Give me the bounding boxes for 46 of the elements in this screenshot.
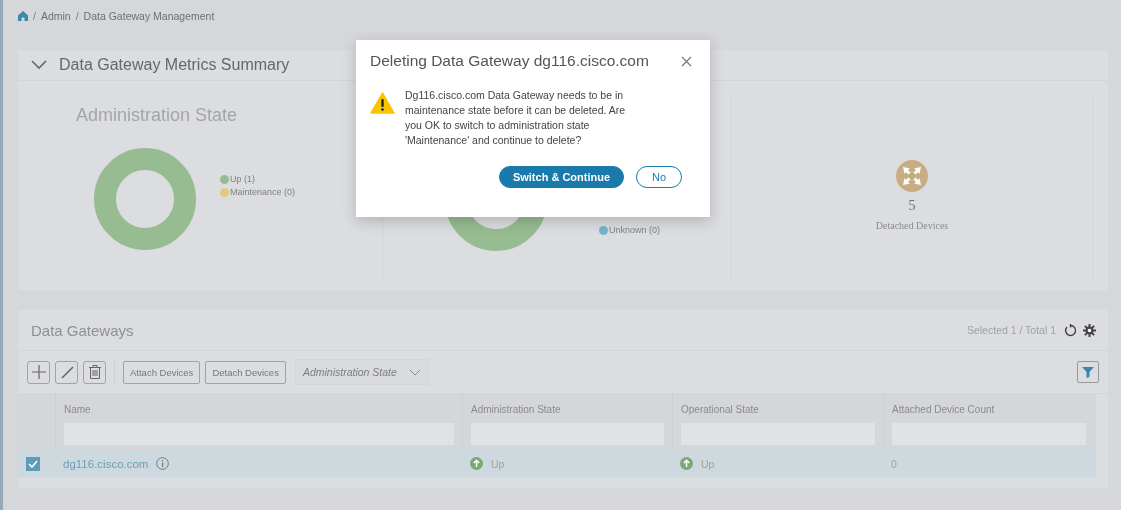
- column-header: Attached Device Count: [892, 404, 996, 415]
- breadcrumb-link[interactable]: Admin: [40, 10, 71, 22]
- legend-label: Up (1): [230, 174, 255, 184]
- gateway-name-link[interactable]: dg116.cisco.com: [63, 457, 149, 470]
- up-arrow-icon: [680, 457, 693, 470]
- dialog-title: Deleting Data Gateway dg116.cisco.com: [370, 52, 649, 70]
- toolbar-button[interactable]: Detach Devices: [205, 360, 286, 384]
- dialog-message: Dg116.cisco.com Data Gateway needs to be in maintenance state before it can be deleted. Are you OK to switch to administration state 'Maintenance' and continue to delete?: [405, 88, 627, 148]
- legend-label: Unknown (0): [609, 225, 661, 235]
- breadcrumb-separator: /: [75, 10, 79, 22]
- pencil-icon: [59, 365, 74, 379]
- plus-icon: [31, 365, 46, 379]
- chart-title: Administration State: [75, 104, 239, 126]
- detached-label: Detached Devices: [875, 220, 949, 231]
- chevron-icon[interactable]: [31, 60, 47, 70]
- row-checkbox[interactable]: [26, 456, 40, 471]
- delete-button[interactable]: [83, 360, 106, 384]
- info-icon[interactable]: [156, 457, 170, 470]
- column-header: Administration State: [471, 404, 562, 415]
- settings-icon[interactable]: [1083, 323, 1096, 337]
- detached-count: 5: [908, 198, 916, 214]
- add-button[interactable]: [27, 360, 50, 384]
- trash-icon: [88, 365, 101, 379]
- filter-dropdown[interactable]: Administration State: [294, 359, 429, 385]
- warning-icon: [370, 92, 395, 114]
- column-header: Operational State: [681, 404, 760, 415]
- check-icon: [28, 459, 38, 468]
- column-header: Name: [64, 404, 92, 415]
- refresh-icon[interactable]: [1064, 323, 1077, 337]
- cancel-button[interactable]: No: [636, 166, 682, 188]
- close-icon: [681, 55, 692, 67]
- filter-button[interactable]: [1077, 361, 1099, 383]
- confirm-button[interactable]: Switch & Continue: [499, 166, 624, 188]
- breadcrumb-current: Data Gateway Management: [83, 10, 215, 22]
- selection-summary: Selected 1 / Total 1: [966, 324, 1056, 336]
- caret-icon: [408, 368, 421, 376]
- funnel-icon: [1082, 366, 1094, 378]
- edit-button[interactable]: [55, 360, 78, 384]
- panel-title: Data Gateways: [31, 321, 134, 339]
- arrows-icon: [896, 160, 928, 192]
- legend-label: Maintenance (0): [230, 187, 296, 197]
- home-icon[interactable]: [18, 11, 28, 21]
- up-arrow-icon: [470, 457, 483, 470]
- toolbar-button[interactable]: Attach Devices: [123, 360, 201, 384]
- breadcrumb-separator: /: [33, 10, 36, 22]
- panel-title: Data Gateway Metrics Summary: [59, 56, 290, 74]
